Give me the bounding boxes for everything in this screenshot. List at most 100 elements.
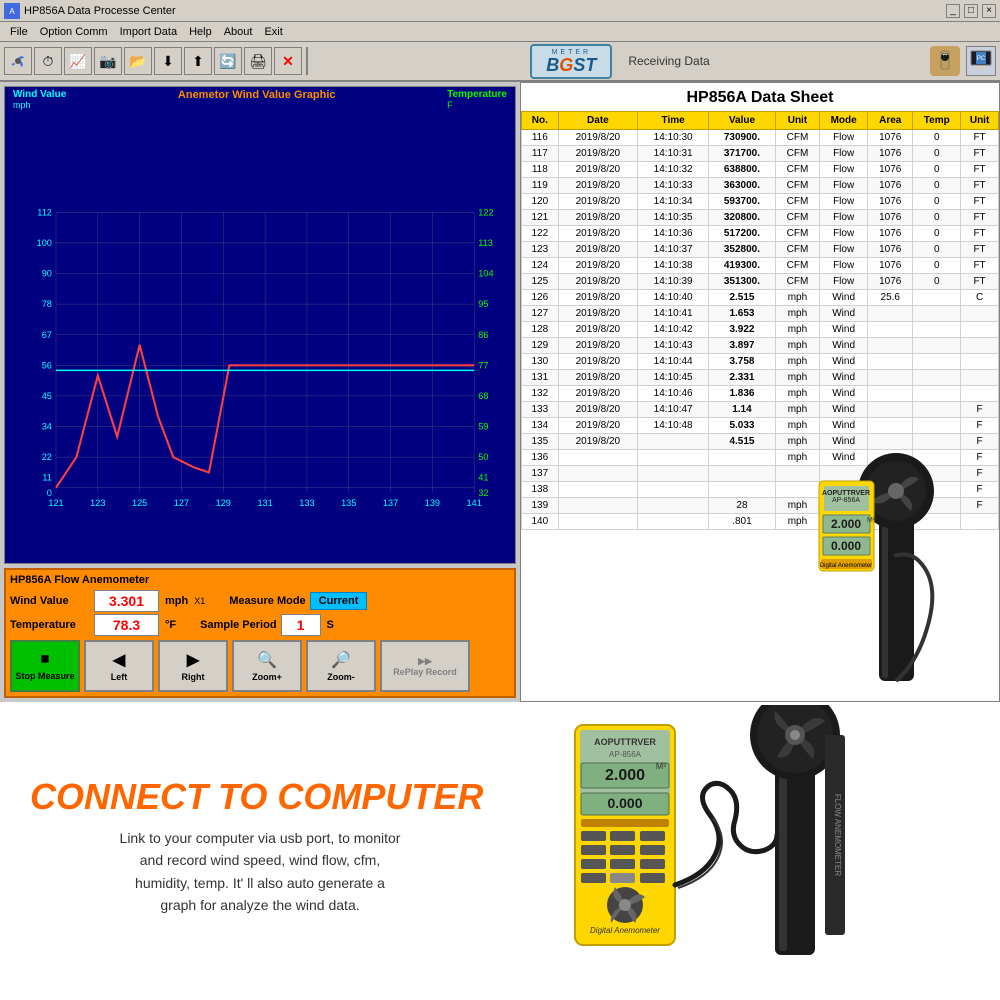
svg-text:11: 11 (42, 473, 52, 483)
cell-time: 14:10:41 (638, 306, 709, 322)
cell-no: 127 (522, 306, 559, 322)
wind-value: 3.301 (94, 590, 159, 612)
cell-unit: mph (775, 290, 819, 306)
toolbar-btn-chart[interactable]: 📈 (64, 47, 92, 75)
cell-tunit: FT (961, 226, 999, 242)
cell-temp: 0 (913, 242, 961, 258)
cell-time: 14:10:35 (638, 210, 709, 226)
maximize-button[interactable]: □ (964, 4, 978, 18)
right-button[interactable]: ▶ Right (158, 640, 228, 692)
brand-logo: METER BGST (530, 44, 612, 79)
left-label: Left (111, 672, 128, 682)
toolbar-btn-up[interactable]: ⬆ (184, 47, 212, 75)
cell-value: 320800. (709, 210, 776, 226)
cell-time: 14:10:43 (638, 338, 709, 354)
cell-time (638, 482, 709, 498)
menu-exit[interactable]: Exit (258, 26, 288, 38)
cell-mode: Wind (820, 386, 868, 402)
receiving-label: Receiving Data (628, 54, 709, 68)
menu-option-comm[interactable]: Option Comm (34, 26, 114, 38)
cell-time: 14:10:36 (638, 226, 709, 242)
toolbar-btn-print[interactable]: 🖨 (244, 47, 272, 75)
stop-measure-button[interactable]: ⏹ Stop Measure (10, 640, 80, 692)
toolbar-btn-camera[interactable]: 📷 (94, 47, 122, 75)
zoom-plus-label: Zoom+ (252, 672, 282, 682)
cell-unit: CFM (775, 194, 819, 210)
cell-temp (913, 306, 961, 322)
zoom-plus-button[interactable]: 🔍 Zoom+ (232, 640, 302, 692)
cell-temp (913, 498, 961, 514)
cell-temp: 0 (913, 146, 961, 162)
right-panel: HP856A Data Sheet No. Date Time Value Un… (520, 82, 1000, 702)
cell-mode: Wind (820, 514, 868, 530)
cell-no: 135 (522, 434, 559, 450)
control-buttons: ⏹ Stop Measure ◀ Left ▶ Right 🔍 Zoom+ 🔎 (10, 640, 510, 692)
table-row: 134 2019/8/20 14:10:48 5.033 mph Wind F (522, 418, 999, 434)
cell-value: 351300. (709, 274, 776, 290)
replay-icon: ▶▶ (418, 656, 432, 667)
col-time: Time (638, 112, 709, 130)
cell-value: 730900. (709, 130, 776, 146)
cell-tunit: FT (961, 130, 999, 146)
toolbar-btn-close-red[interactable]: ✕ (274, 47, 302, 75)
cell-unit: mph (775, 338, 819, 354)
cell-unit: CFM (775, 258, 819, 274)
cell-date: 2019/8/20 (558, 178, 638, 194)
cell-tunit: F (961, 498, 999, 514)
cell-no: 124 (522, 258, 559, 274)
col-unit: Unit (775, 112, 819, 130)
cell-time: 14:10:39 (638, 274, 709, 290)
cell-temp: 0 (913, 130, 961, 146)
cell-no: 126 (522, 290, 559, 306)
cell-date (558, 498, 638, 514)
chart-area: Wind Value mph Anemetor Wind Value Graph… (4, 86, 516, 564)
cell-temp (913, 418, 961, 434)
cell-tunit: F (961, 402, 999, 418)
data-table: No. Date Time Value Unit Mode Area Temp … (521, 111, 999, 530)
cell-no: 117 (522, 146, 559, 162)
close-button[interactable]: × (982, 4, 996, 18)
toolbar-btn-open[interactable]: 📂 (124, 47, 152, 75)
cell-date: 2019/8/20 (558, 194, 638, 210)
cell-unit: mph (775, 306, 819, 322)
cell-temp (913, 466, 961, 482)
svg-text:2.000: 2.000 (605, 767, 645, 784)
data-sheet-scroll[interactable]: No. Date Time Value Unit Mode Area Temp … (521, 111, 999, 693)
cell-mode: Wind (820, 498, 868, 514)
logo-text: BGST (546, 56, 596, 74)
menu-about[interactable]: About (218, 26, 259, 38)
cell-mode: Flow (820, 162, 868, 178)
svg-text:127: 127 (174, 498, 189, 508)
cell-tunit (961, 338, 999, 354)
cell-value: 28 (709, 498, 776, 514)
data-sheet-title: HP856A Data Sheet (521, 83, 999, 111)
cell-tunit: F (961, 466, 999, 482)
svg-text:137: 137 (383, 498, 398, 508)
toolbar-btn-refresh[interactable]: 🔄 (214, 47, 242, 75)
toolbar-btn-anemometer[interactable] (4, 47, 32, 75)
minimize-button[interactable]: _ (946, 4, 960, 18)
replay-button[interactable]: ▶▶ RePlay Record (380, 640, 470, 692)
cell-value: 352800. (709, 242, 776, 258)
menu-file[interactable]: File (4, 26, 34, 38)
cell-mode: Wind (820, 322, 868, 338)
menu-help[interactable]: Help (183, 26, 218, 38)
svg-text:113: 113 (478, 238, 493, 248)
cell-unit: mph (775, 370, 819, 386)
cell-no: 121 (522, 210, 559, 226)
toolbar-btn-down[interactable]: ⬇ (154, 47, 182, 75)
left-button[interactable]: ◀ Left (84, 640, 154, 692)
cell-mode: Flow (820, 274, 868, 290)
cell-no: 120 (522, 194, 559, 210)
zoom-minus-button[interactable]: 🔎 Zoom- (306, 640, 376, 692)
cell-unit: mph (775, 434, 819, 450)
cell-mode: Flow (820, 226, 868, 242)
cell-unit: CFM (775, 274, 819, 290)
cell-unit: mph (775, 498, 819, 514)
toolbar: ⏱ 📈 📷 📂 ⬇ ⬆ 🔄 🖨 ✕ METER BGST Receiving D… (0, 42, 1000, 82)
menu-import-data[interactable]: Import Data (114, 26, 183, 38)
svg-text:56: 56 (42, 360, 52, 370)
replay-label: RePlay Record (393, 667, 457, 677)
toolbar-btn-clock[interactable]: ⏱ (34, 47, 62, 75)
cell-temp: 0 (913, 258, 961, 274)
